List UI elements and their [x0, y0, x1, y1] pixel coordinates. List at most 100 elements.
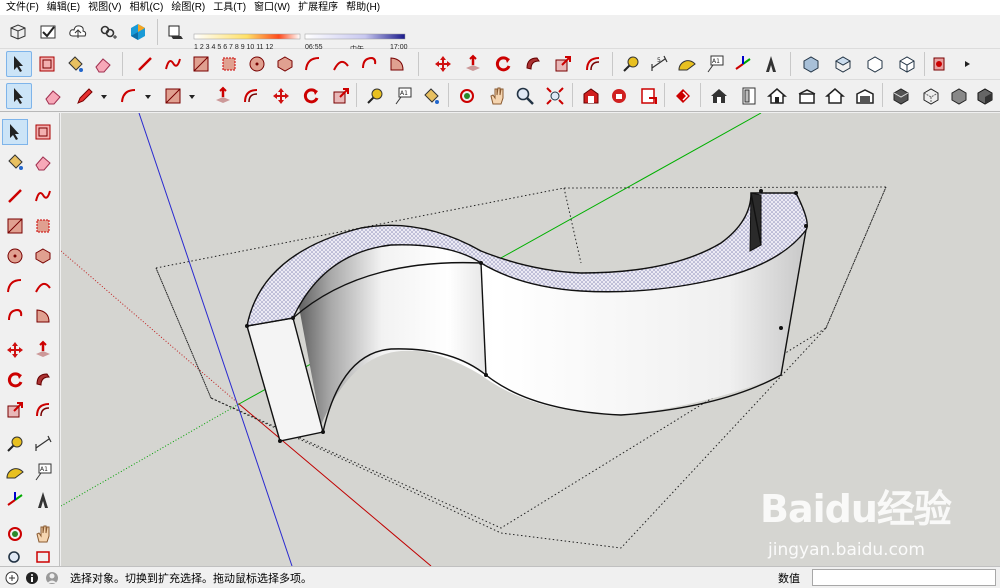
push-pull-icon[interactable] — [460, 51, 486, 77]
zoom-window-icon[interactable] — [30, 547, 56, 565]
shadow-toggle-icon[interactable] — [162, 19, 188, 45]
push-pull-icon[interactable] — [210, 83, 236, 109]
pan-icon[interactable] — [30, 521, 56, 547]
menu-view[interactable]: 视图(V) — [84, 1, 125, 15]
protractor-icon[interactable] — [674, 51, 700, 77]
garage-icon[interactable] — [852, 83, 878, 109]
freehand-icon[interactable] — [30, 183, 56, 209]
menu-file[interactable]: 文件(F) — [2, 1, 43, 15]
iso-view-icon[interactable] — [798, 51, 824, 77]
info-icon[interactable] — [24, 570, 40, 586]
move-icon[interactable] — [430, 51, 456, 77]
scale-icon[interactable] — [2, 397, 28, 423]
move-icon[interactable] — [2, 337, 28, 363]
rotated-rectangle-icon[interactable] — [30, 213, 56, 239]
3d-text-icon[interactable] — [30, 487, 56, 513]
geo-location-icon[interactable] — [4, 570, 20, 586]
month-slider[interactable] — [193, 33, 301, 40]
rotate-icon[interactable] — [2, 367, 28, 393]
rectangle-icon[interactable] — [188, 51, 214, 77]
arc-icon[interactable] — [2, 273, 28, 299]
three-point-arc-icon[interactable] — [2, 303, 28, 329]
xray-icon[interactable] — [918, 83, 944, 109]
scene-canvas[interactable] — [61, 113, 1000, 566]
offset-icon[interactable] — [238, 83, 264, 109]
arc-icon[interactable] — [116, 83, 142, 109]
select-icon[interactable] — [6, 83, 32, 109]
house-alt-icon[interactable] — [822, 83, 848, 109]
link-add-icon[interactable] — [95, 19, 121, 45]
style-icon[interactable] — [888, 83, 914, 109]
eraser-icon[interactable] — [40, 83, 66, 109]
move-icon[interactable] — [268, 83, 294, 109]
text-icon[interactable]: A1 — [702, 51, 728, 77]
arc-icon[interactable] — [300, 51, 326, 77]
user-icon[interactable] — [44, 570, 60, 586]
menu-edit[interactable]: 编辑(E) — [43, 1, 84, 15]
orbit-icon[interactable] — [454, 83, 480, 109]
line-icon[interactable] — [132, 51, 158, 77]
dimension-icon[interactable] — [30, 431, 56, 457]
make-component-icon[interactable] — [34, 51, 60, 77]
shaded-icon[interactable] — [972, 83, 998, 109]
make-component-icon[interactable] — [30, 119, 56, 145]
rotate-icon[interactable] — [298, 83, 324, 109]
text-icon[interactable]: A1 — [30, 459, 56, 485]
pie-icon[interactable] — [384, 51, 410, 77]
zoom-icon[interactable] — [512, 83, 538, 109]
top-view-icon[interactable] — [830, 51, 856, 77]
house-outline-icon[interactable] — [764, 83, 790, 109]
menu-extensions[interactable]: 扩展程序 — [294, 1, 342, 15]
circle-icon[interactable] — [2, 243, 28, 269]
modeling-viewport[interactable] — [61, 113, 1000, 566]
arc-dropdown[interactable] — [140, 83, 156, 109]
measurements-input[interactable] — [812, 569, 996, 586]
menu-draw[interactable]: 绘图(R) — [167, 1, 209, 15]
follow-me-icon[interactable] — [520, 51, 546, 77]
protractor-icon[interactable] — [2, 459, 28, 485]
shape-icon[interactable] — [160, 83, 186, 109]
three-point-arc-icon[interactable] — [356, 51, 382, 77]
layout-icon[interactable] — [636, 83, 662, 109]
select-icon[interactable] — [6, 51, 32, 77]
dimension-icon[interactable]: 5 — [646, 51, 672, 77]
select-icon[interactable] — [2, 119, 28, 145]
offset-icon[interactable] — [30, 397, 56, 423]
pie-icon[interactable] — [30, 303, 56, 329]
rotate-icon[interactable] — [490, 51, 516, 77]
component-icon[interactable] — [5, 19, 31, 45]
warehouse-icon[interactable] — [578, 83, 604, 109]
pan-icon[interactable] — [484, 83, 510, 109]
eraser-icon[interactable] — [90, 51, 116, 77]
extension-icon[interactable] — [670, 83, 696, 109]
pencil-icon[interactable] — [72, 83, 98, 109]
more-icon[interactable] — [954, 51, 980, 77]
menu-help[interactable]: 帮助(H) — [342, 1, 384, 15]
zoom-extents-icon[interactable] — [542, 83, 568, 109]
menu-tools[interactable]: 工具(T) — [209, 1, 250, 15]
cloud-upload-icon[interactable] — [65, 19, 91, 45]
rotated-rectangle-icon[interactable] — [216, 51, 242, 77]
trimble-logo-icon[interactable] — [125, 19, 151, 45]
axes-icon[interactable] — [2, 487, 28, 513]
polygon-icon[interactable] — [30, 243, 56, 269]
house-flat-icon[interactable] — [794, 83, 820, 109]
follow-me-icon[interactable] — [30, 367, 56, 393]
rectangle-icon[interactable] — [2, 213, 28, 239]
section-plane-icon[interactable] — [926, 51, 952, 77]
time-slider[interactable] — [304, 33, 406, 40]
scale-icon[interactable] — [550, 51, 576, 77]
tape-measure-icon[interactable] — [618, 51, 644, 77]
two-point-arc-icon[interactable] — [328, 51, 354, 77]
paint-bucket-icon[interactable] — [418, 83, 444, 109]
right-view-icon[interactable] — [894, 51, 920, 77]
check-icon[interactable] — [35, 19, 61, 45]
scale-icon[interactable] — [328, 83, 354, 109]
pencil-dropdown[interactable] — [96, 83, 112, 109]
axes-icon[interactable] — [730, 51, 756, 77]
zoom-icon[interactable] — [2, 547, 28, 565]
two-point-arc-icon[interactable] — [30, 273, 56, 299]
door-icon[interactable] — [736, 83, 762, 109]
hidden-line-icon[interactable] — [946, 83, 972, 109]
extension-warehouse-icon[interactable] — [606, 83, 632, 109]
